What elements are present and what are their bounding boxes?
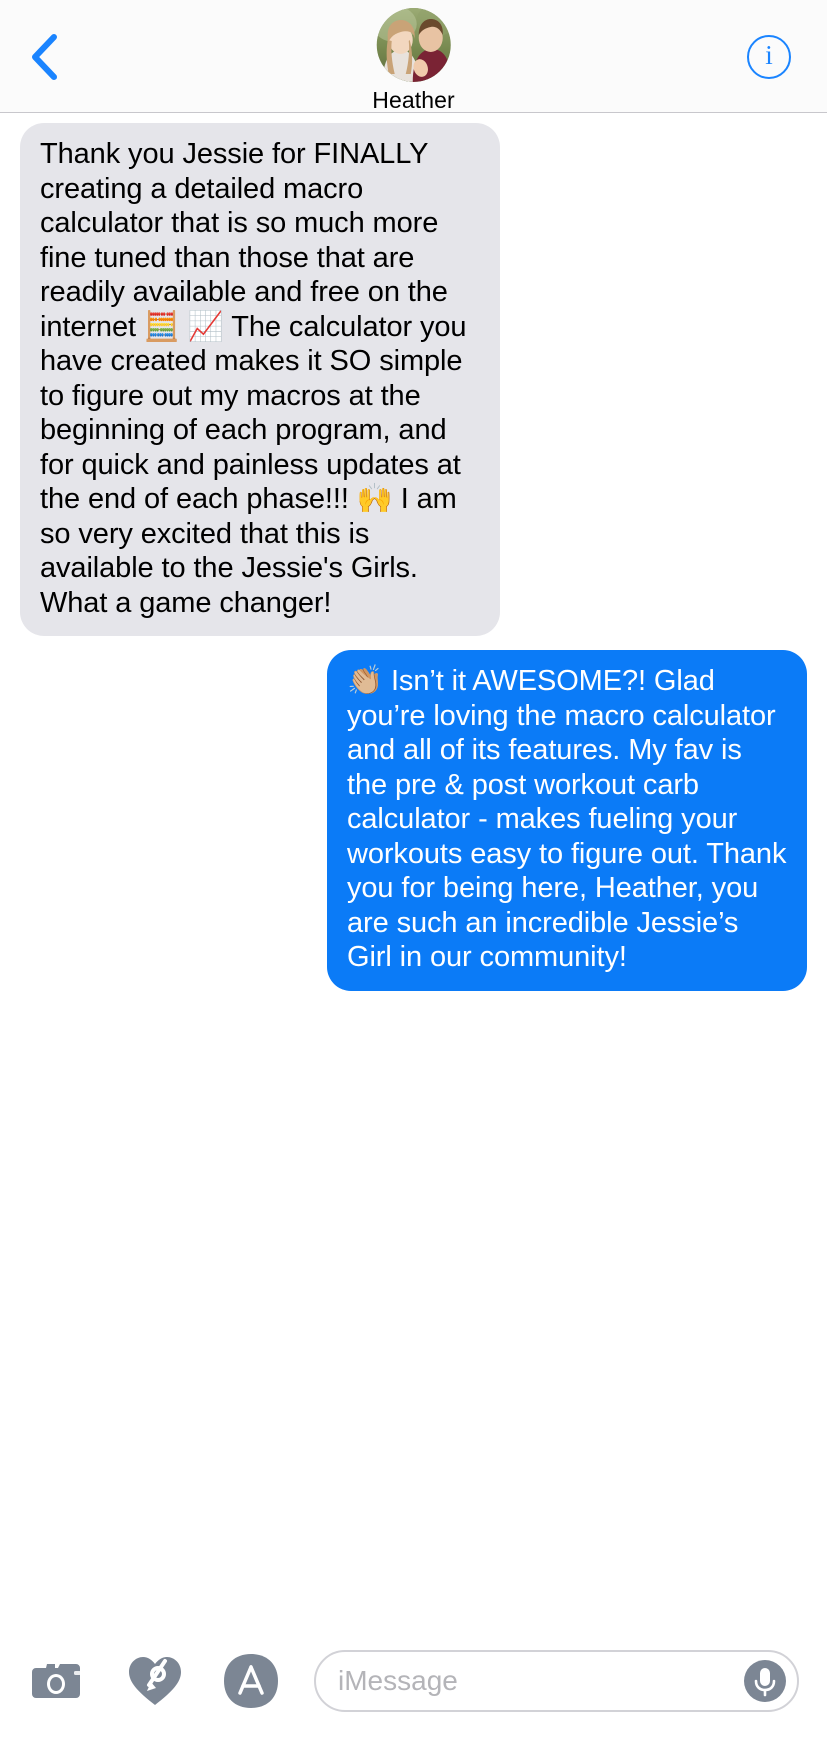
contact-name: Heather [372, 87, 455, 113]
contact-header[interactable]: Heather [372, 8, 455, 114]
message-list[interactable]: Thank you Jessie for FINALLY creating a … [0, 113, 827, 1627]
back-button[interactable] [0, 0, 88, 113]
camera-button[interactable] [22, 1644, 96, 1718]
imessage-input-field[interactable] [314, 1650, 799, 1712]
app-store-button[interactable] [214, 1644, 288, 1718]
microphone-icon [743, 1659, 787, 1703]
message-row-outgoing: 👏🏼 Isn’t it AWESOME?! Glad you’re loving… [0, 650, 827, 991]
message-bubble-incoming[interactable]: Thank you Jessie for FINALLY creating a … [20, 123, 500, 636]
info-button[interactable]: i [729, 0, 809, 113]
app-store-icon [223, 1653, 279, 1709]
imessage-conversation-screen: Heather i Thank you Jessie for FINALLY c… [0, 0, 827, 1745]
search-input[interactable] [338, 1652, 741, 1710]
microphone-button[interactable] [741, 1657, 789, 1705]
digital-touch-button[interactable] [118, 1644, 192, 1718]
navigation-bar: Heather i [0, 0, 827, 113]
digital-touch-heart-icon [127, 1655, 183, 1707]
camera-icon [32, 1658, 86, 1704]
message-input-toolbar [0, 1627, 827, 1745]
avatar [376, 8, 451, 82]
info-circle-icon: i [747, 34, 791, 79]
message-row-incoming: Thank you Jessie for FINALLY creating a … [0, 123, 827, 636]
chevron-left-icon [31, 33, 57, 80]
message-bubble-outgoing[interactable]: 👏🏼 Isn’t it AWESOME?! Glad you’re loving… [327, 650, 807, 991]
